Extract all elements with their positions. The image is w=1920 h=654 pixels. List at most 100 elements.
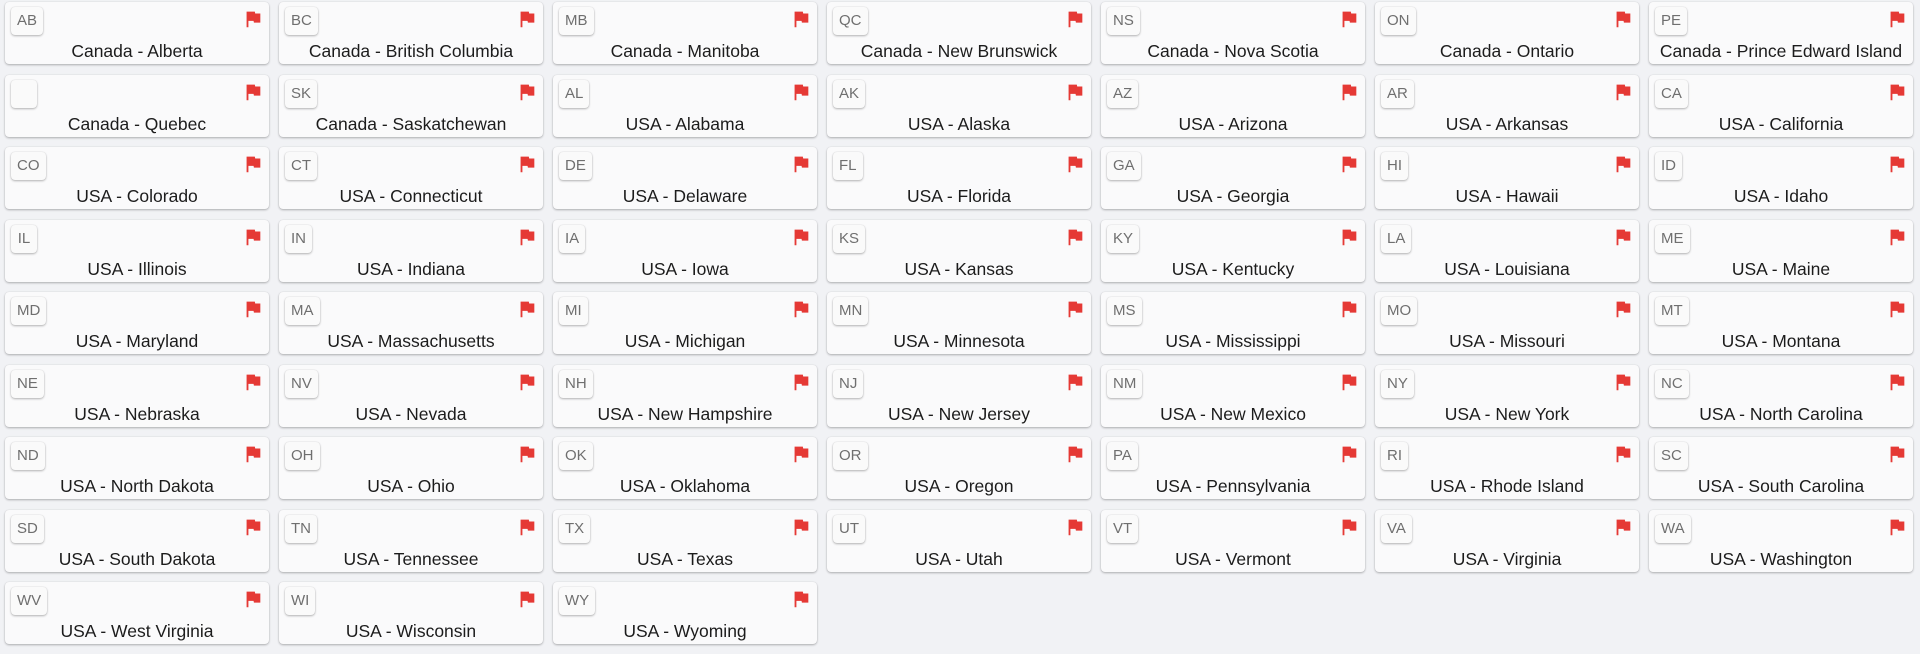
flag-icon[interactable] [1064,443,1086,465]
flag-icon[interactable] [242,516,264,538]
flag-icon[interactable] [1064,298,1086,320]
region-tile[interactable]: ME USA - Maine [1649,219,1913,282]
flag-icon[interactable] [1886,443,1908,465]
flag-icon[interactable] [790,226,812,248]
flag-icon[interactable] [516,443,538,465]
flag-icon[interactable] [516,298,538,320]
flag-icon[interactable] [1064,516,1086,538]
flag-icon[interactable] [1612,81,1634,103]
flag-icon[interactable] [1886,516,1908,538]
flag-icon[interactable] [790,371,812,393]
region-tile[interactable]: ID USA - Idaho [1649,147,1913,209]
region-tile[interactable]: SC USA - South Carolina [1649,437,1913,499]
flag-icon[interactable] [790,153,812,175]
flag-icon[interactable] [1886,298,1908,320]
region-tile[interactable]: FL USA - Florida [827,147,1091,209]
flag-icon[interactable] [790,516,812,538]
flag-icon[interactable] [242,226,264,248]
region-tile[interactable]: PE Canada - Prince Edward Island [1649,2,1913,64]
flag-icon[interactable] [516,153,538,175]
flag-icon[interactable] [1338,226,1360,248]
flag-icon[interactable] [1338,81,1360,103]
flag-icon[interactable] [242,8,264,30]
region-tile[interactable]: MA USA - Massachusetts [279,292,543,354]
region-tile[interactable]: GA USA - Georgia [1101,147,1365,209]
region-tile[interactable]: NC USA - North Carolina [1649,364,1913,427]
region-tile[interactable]: MN USA - Minnesota [827,292,1091,354]
flag-icon[interactable] [516,8,538,30]
flag-icon[interactable] [1064,8,1086,30]
region-tile[interactable]: DE USA - Delaware [553,147,817,209]
region-tile[interactable]: VT USA - Vermont [1101,509,1365,572]
flag-icon[interactable] [1338,298,1360,320]
region-tile[interactable]: ND USA - North Dakota [5,437,269,499]
region-tile[interactable]: OK USA - Oklahoma [553,437,817,499]
region-tile[interactable]: MO USA - Missouri [1375,292,1639,354]
flag-icon[interactable] [1886,226,1908,248]
region-tile[interactable]: SD USA - South Dakota [5,509,269,572]
flag-icon[interactable] [1064,81,1086,103]
region-tile[interactable]: NH USA - New Hampshire [553,364,817,427]
flag-icon[interactable] [790,298,812,320]
flag-icon[interactable] [516,588,538,610]
region-tile[interactable]: AL USA - Alabama [553,74,817,137]
region-tile[interactable]: CT USA - Connecticut [279,147,543,209]
flag-icon[interactable] [1338,153,1360,175]
flag-icon[interactable] [1612,298,1634,320]
flag-icon[interactable] [242,371,264,393]
region-tile[interactable]: AK USA - Alaska [827,74,1091,137]
region-tile[interactable]: OR USA - Oregon [827,437,1091,499]
flag-icon[interactable] [516,81,538,103]
region-tile[interactable]: LA USA - Louisiana [1375,219,1639,282]
region-tile[interactable]: NS Canada - Nova Scotia [1101,2,1365,64]
flag-icon[interactable] [1338,516,1360,538]
flag-icon[interactable] [790,8,812,30]
region-tile[interactable]: CO USA - Colorado [5,147,269,209]
flag-icon[interactable] [516,516,538,538]
flag-icon[interactable] [1612,516,1634,538]
flag-icon[interactable] [242,81,264,103]
region-tile[interactable]: TN USA - Tennessee [279,509,543,572]
region-tile[interactable]: NY USA - New York [1375,364,1639,427]
flag-icon[interactable] [1612,226,1634,248]
region-tile[interactable]: AB Canada - Alberta [5,2,269,64]
flag-icon[interactable] [242,443,264,465]
region-tile[interactable]: QC Canada - New Brunswick [827,2,1091,64]
flag-icon[interactable] [242,588,264,610]
region-tile[interactable]: MT USA - Montana [1649,292,1913,354]
region-tile[interactable]: VA USA - Virginia [1375,509,1639,572]
region-tile[interactable]: WI USA - Wisconsin [279,582,543,644]
flag-icon[interactable] [1612,371,1634,393]
region-tile[interactable]: AR USA - Arkansas [1375,74,1639,137]
region-tile[interactable]: KY USA - Kentucky [1101,219,1365,282]
flag-icon[interactable] [1064,153,1086,175]
region-tile[interactable]: NE USA - Nebraska [5,364,269,427]
region-tile[interactable]: NJ USA - New Jersey [827,364,1091,427]
flag-icon[interactable] [1612,443,1634,465]
flag-icon[interactable] [1338,371,1360,393]
flag-icon[interactable] [1338,8,1360,30]
region-tile[interactable]: NV USA - Nevada [279,364,543,427]
flag-icon[interactable] [790,588,812,610]
flag-icon[interactable] [1338,443,1360,465]
flag-icon[interactable] [790,81,812,103]
region-tile[interactable]: MS USA - Mississippi [1101,292,1365,354]
flag-icon[interactable] [516,371,538,393]
region-tile[interactable]: IA USA - Iowa [553,219,817,282]
flag-icon[interactable] [516,226,538,248]
flag-icon[interactable] [242,153,264,175]
region-tile[interactable]: AZ USA - Arizona [1101,74,1365,137]
region-tile[interactable]: KS USA - Kansas [827,219,1091,282]
flag-icon[interactable] [1886,371,1908,393]
region-tile[interactable]: TX USA - Texas [553,509,817,572]
region-tile[interactable]: IL USA - Illinois [5,219,269,282]
flag-icon[interactable] [242,298,264,320]
flag-icon[interactable] [1886,153,1908,175]
region-tile[interactable]: OH USA - Ohio [279,437,543,499]
flag-icon[interactable] [1612,153,1634,175]
region-tile[interactable]: IN USA - Indiana [279,219,543,282]
region-tile[interactable]: PA USA - Pennsylvania [1101,437,1365,499]
flag-icon[interactable] [1886,81,1908,103]
flag-icon[interactable] [1612,8,1634,30]
region-tile[interactable]: HI USA - Hawaii [1375,147,1639,209]
